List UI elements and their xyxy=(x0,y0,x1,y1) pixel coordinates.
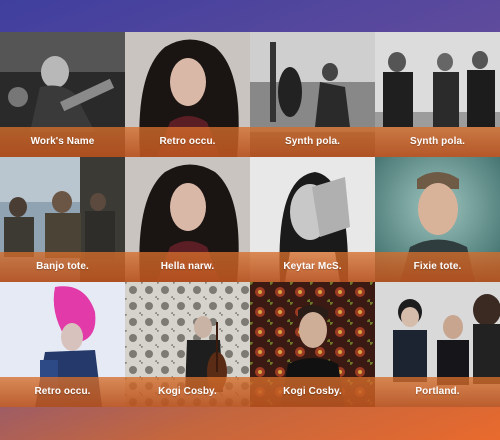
album-title: Retro occu. xyxy=(125,127,250,157)
album-title: Hella narw. xyxy=(125,252,250,282)
album-grid: Work's Name Retro occu. Synth pola. Synt… xyxy=(0,32,500,407)
album-tile[interactable]: Work's Name xyxy=(0,32,125,157)
album-title: Kogi Cosby. xyxy=(250,377,375,407)
album-tile[interactable]: Banjo tote. xyxy=(0,157,125,282)
album-tile[interactable]: Synth pola. xyxy=(250,32,375,157)
album-title: Synth pola. xyxy=(250,127,375,157)
album-title: Keytar McS. xyxy=(250,252,375,282)
album-title: Retro occu. xyxy=(0,377,125,407)
album-tile[interactable]: Keytar McS. xyxy=(250,157,375,282)
album-tile[interactable]: Kogi Cosby. xyxy=(250,282,375,407)
album-title: Fixie tote. xyxy=(375,252,500,282)
album-title: Kogi Cosby. xyxy=(125,377,250,407)
album-tile[interactable]: Kogi Cosby. xyxy=(125,282,250,407)
album-title: Work's Name xyxy=(0,127,125,157)
album-tile[interactable]: Portland. xyxy=(375,282,500,407)
album-tile[interactable]: Hella narw. xyxy=(125,157,250,282)
album-title: Portland. xyxy=(375,377,500,407)
album-title: Synth pola. xyxy=(375,127,500,157)
album-tile[interactable]: Synth pola. xyxy=(375,32,500,157)
album-title: Banjo tote. xyxy=(0,252,125,282)
album-tile[interactable]: Retro occu. xyxy=(125,32,250,157)
album-tile[interactable]: Fixie tote. xyxy=(375,157,500,282)
album-tile[interactable]: Retro occu. xyxy=(0,282,125,407)
